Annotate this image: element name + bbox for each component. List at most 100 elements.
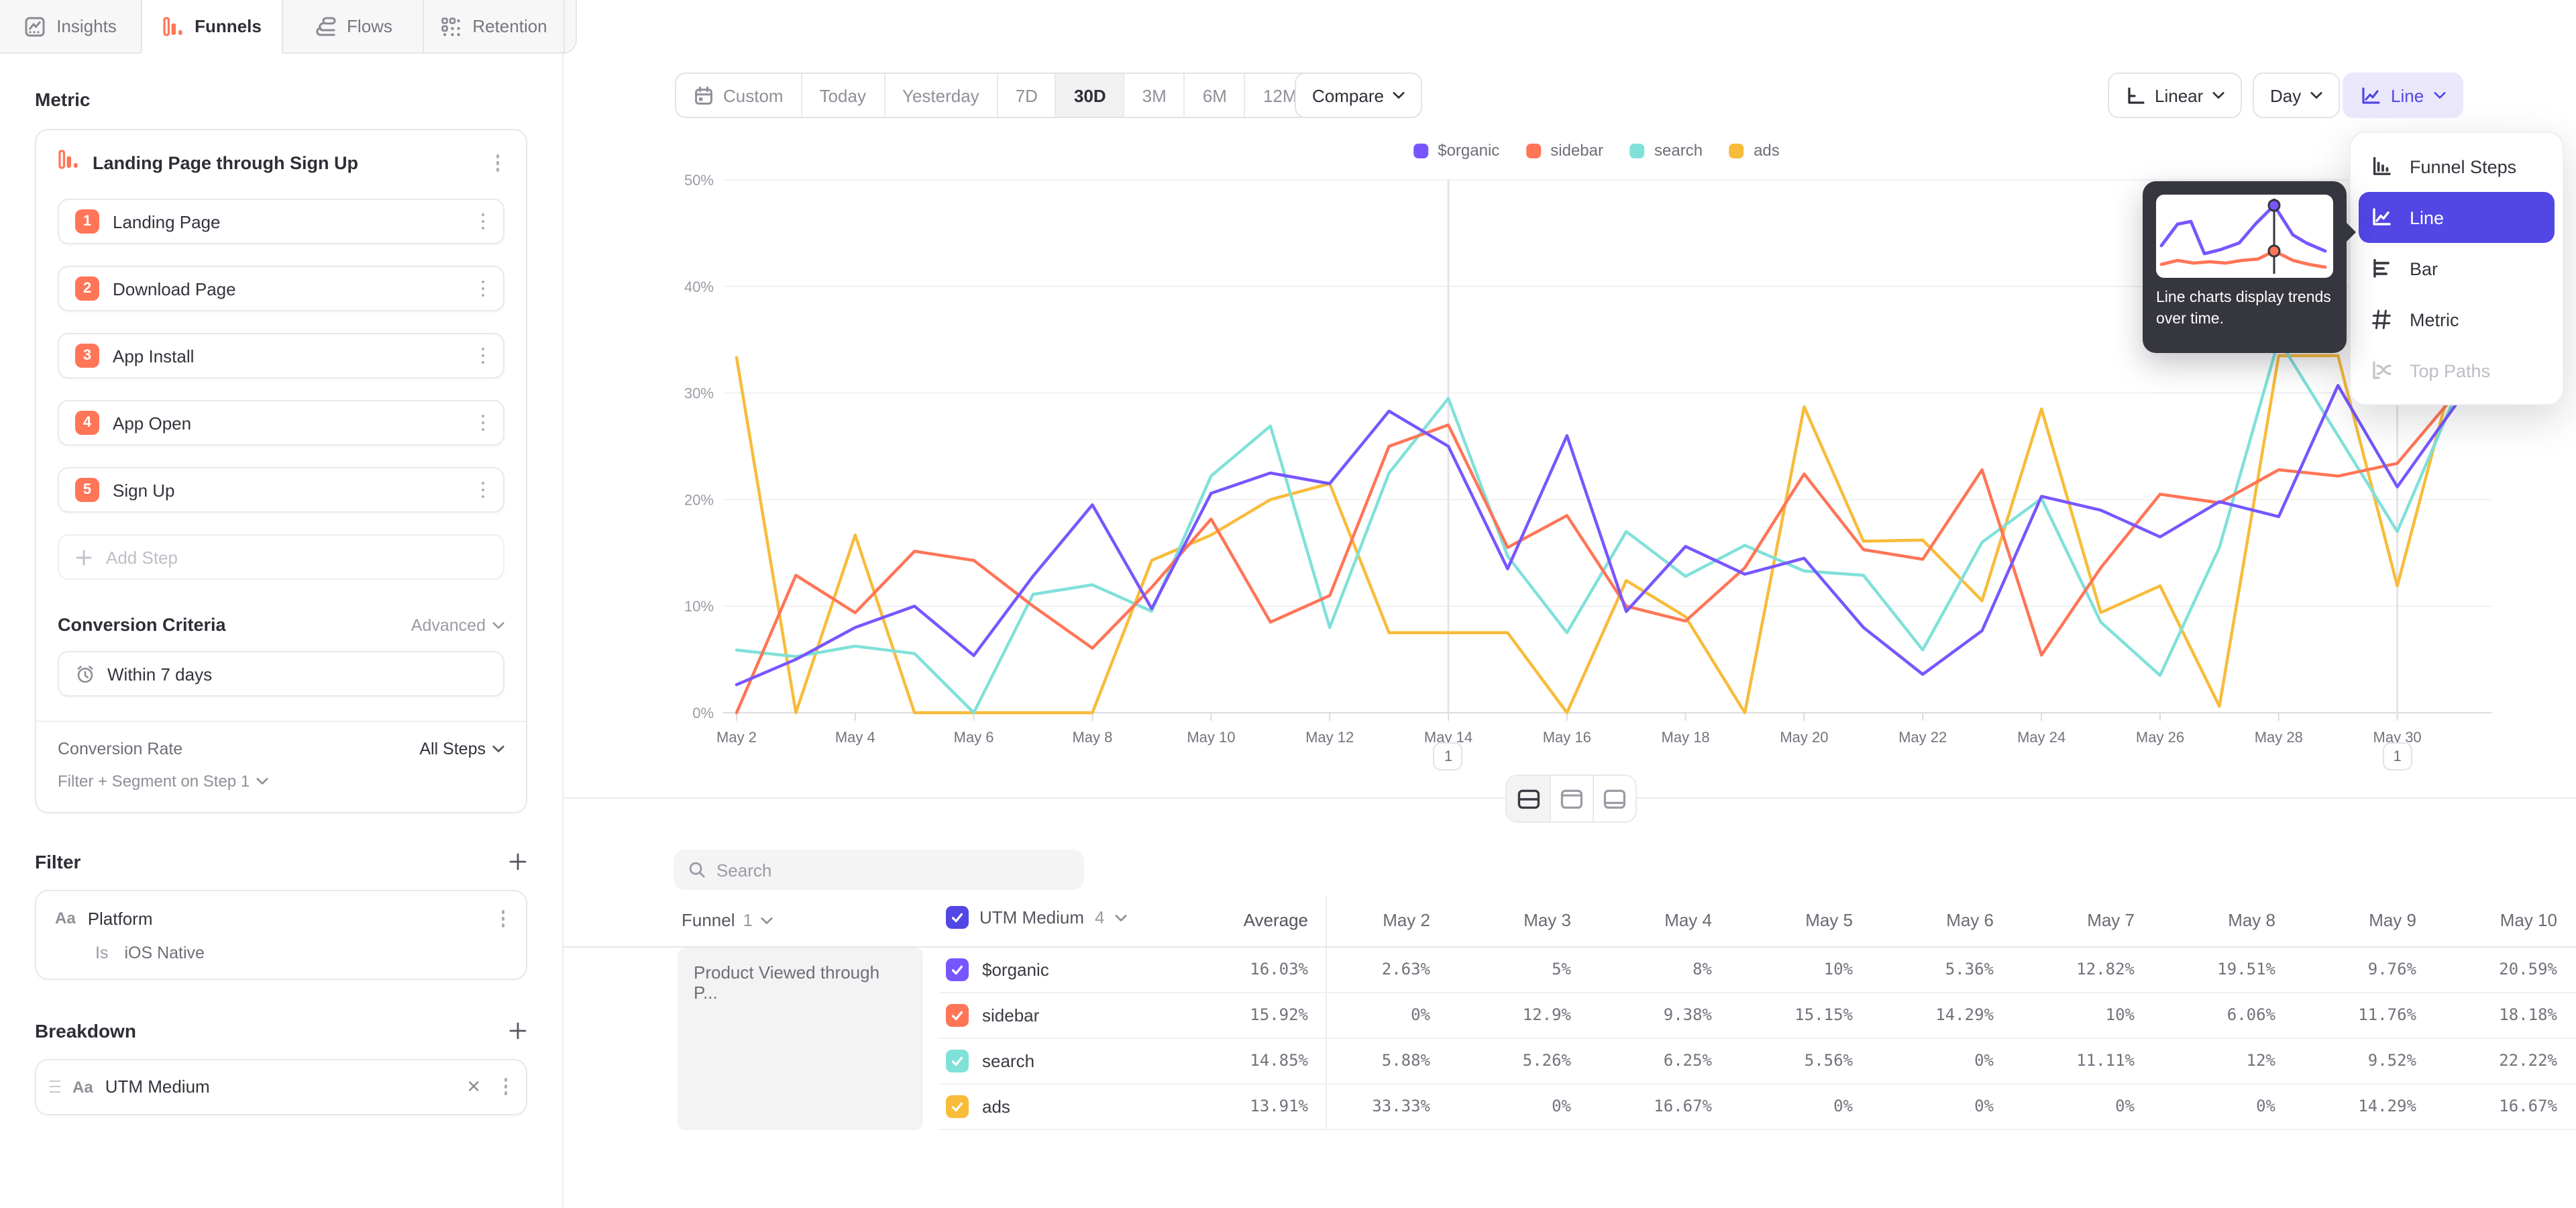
property-type-icon: Aa (55, 909, 76, 928)
tab-label: Retention (472, 16, 547, 36)
funnel-step-1[interactable]: 1Landing Page (58, 199, 504, 244)
scale-select-button[interactable]: Linear (2108, 72, 2242, 118)
filter-segment-step-label: Filter + Segment on Step 1 (58, 772, 250, 791)
add-filter-button[interactable] (508, 852, 527, 871)
legend-item-sidebar[interactable]: sidebar (1526, 141, 1603, 160)
date-range-label: 30D (1074, 85, 1106, 105)
svg-text:May 16: May 16 (1543, 729, 1591, 746)
cell-value: 5.88% (1332, 1051, 1430, 1070)
interval-label: Day (2270, 85, 2301, 105)
step-menu-button[interactable] (476, 476, 490, 504)
property-type-icon: Aa (72, 1077, 93, 1096)
chart-type-button[interactable]: Line (2343, 72, 2463, 118)
funnel-steps-list: 1Landing Page 2Download Page 3App Install 4… (58, 199, 504, 513)
svg-text:20%: 20% (684, 491, 714, 508)
cell-value: 8% (1614, 960, 1712, 978)
date-range-6m[interactable]: 6M (1184, 74, 1244, 117)
compare-button[interactable]: Compare (1295, 72, 1423, 118)
step-menu-button[interactable] (476, 208, 490, 236)
tab-retention[interactable]: Retention (423, 0, 564, 54)
funnel-step-5[interactable]: 5Sign Up (58, 467, 504, 513)
layout-chart-view-button[interactable] (1550, 776, 1593, 821)
filter-segment-step-button[interactable]: Filter + Segment on Step 1 (58, 772, 504, 791)
add-step-button[interactable]: Add Step (58, 534, 504, 580)
step-menu-button[interactable] (476, 275, 490, 303)
breakdown-card[interactable]: Aa UTM Medium ✕ (35, 1058, 527, 1115)
cell-value: 22.22% (2459, 1051, 2557, 1070)
funnel-metric-menu-button[interactable] (490, 150, 504, 177)
legend-item-organic[interactable]: $organic (1413, 141, 1499, 160)
annotation-badge-may-30[interactable]: 1 (2383, 742, 2412, 770)
layout-split-view-button[interactable] (1507, 776, 1550, 821)
tab-funnels[interactable]: Funnels (141, 0, 282, 54)
segment-checkbox[interactable] (946, 1004, 969, 1027)
chevron-down-icon (492, 621, 504, 629)
menu-item-metric[interactable]: Metric (2351, 294, 2563, 345)
date-range-30d[interactable]: 30D (1055, 74, 1124, 117)
conversion-criteria-mode-button[interactable]: Advanced (411, 615, 504, 634)
annotation-badge-may-14[interactable]: 1 (1434, 742, 1463, 770)
funnel-column-header[interactable]: Funnel 1 (682, 910, 773, 930)
svg-text:May 26: May 26 (2136, 729, 2184, 746)
legend-item-ads[interactable]: ads (1729, 141, 1780, 160)
breakdown-section-label: Breakdown (35, 1019, 136, 1041)
filter-card[interactable]: Aa Platform Is iOS Native (35, 890, 527, 979)
funnel-step-3[interactable]: 3App Install (58, 333, 504, 379)
remove-breakdown-button[interactable]: ✕ (461, 1073, 486, 1100)
funnels-icon (162, 15, 184, 37)
search-icon (688, 860, 706, 879)
chevron-down-icon (761, 916, 773, 924)
menu-item-line[interactable]: Line (2359, 192, 2555, 243)
conversion-window-button[interactable]: Within 7 days (58, 651, 504, 697)
tab-flows[interactable]: Flows (282, 0, 423, 54)
segment-select-all-checkbox[interactable] (946, 906, 969, 929)
funnel-step-4[interactable]: 4App Open (58, 400, 504, 446)
filter-menu-button[interactable] (496, 905, 510, 932)
date-range-yesterday[interactable]: Yesterday (883, 74, 997, 117)
date-range-7d[interactable]: 7D (997, 74, 1055, 117)
funnel-metric-header: Landing Page through Sign Up (58, 149, 504, 177)
conversion-rate-steps-button[interactable]: All Steps (419, 740, 504, 758)
date-column-header: May 5 (1755, 910, 1853, 930)
metric-section-label: Metric (35, 89, 527, 110)
tab-insights[interactable]: Insights (0, 0, 141, 54)
step-label: App Open (113, 413, 462, 433)
legend-label: ads (1754, 141, 1780, 160)
drag-handle-icon[interactable] (50, 1080, 60, 1093)
plus-icon (75, 548, 93, 566)
filter-value[interactable]: iOS Native (124, 943, 205, 962)
top-paths-icon (2369, 360, 2394, 381)
cell-value: 0% (1896, 1051, 1994, 1070)
legend-item-search[interactable]: search (1630, 141, 1703, 160)
layout-table-view-button[interactable] (1593, 776, 1635, 821)
funnel-step-2[interactable]: 2Download Page (58, 266, 504, 311)
search-input[interactable] (716, 860, 1069, 880)
segment-checkbox[interactable] (946, 1050, 969, 1072)
chevron-down-icon (2212, 91, 2224, 99)
segment-checkbox[interactable] (946, 958, 969, 981)
segment-name: sidebar (982, 1005, 1039, 1025)
chevron-down-icon (2433, 91, 2445, 99)
svg-text:May 4: May 4 (835, 729, 875, 746)
filter-operator[interactable]: Is (95, 943, 108, 962)
date-range-today[interactable]: Today (801, 74, 883, 117)
query-builder-sidebar: Metric Landing Page through Sign Up 1Lan… (0, 54, 564, 1208)
date-range-custom[interactable]: Custom (676, 74, 801, 117)
chart-type-menu: Funnel StepsLineBarMetricTop Paths (2349, 132, 2564, 405)
step-menu-button[interactable] (476, 409, 490, 437)
add-breakdown-button[interactable] (508, 1021, 527, 1040)
cell-value: 0% (1755, 1097, 1853, 1115)
filter-property-name: Platform (88, 909, 484, 929)
step-menu-button[interactable] (476, 342, 490, 370)
menu-item-funnel-steps[interactable]: Funnel Steps (2351, 141, 2563, 192)
report-tabs: InsightsFunnelsFlows Retention (0, 0, 577, 54)
cell-value: 19.51% (2178, 960, 2275, 978)
date-range-3m[interactable]: 3M (1124, 74, 1184, 117)
chevron-down-icon[interactable] (1116, 913, 1128, 921)
breakdown-menu-button[interactable] (498, 1073, 513, 1101)
segment-checkbox[interactable] (946, 1095, 969, 1118)
svg-text:50%: 50% (684, 172, 714, 189)
interval-select-button[interactable]: Day (2253, 72, 2340, 118)
menu-item-bar[interactable]: Bar (2351, 243, 2563, 294)
segment-name: ads (982, 1097, 1010, 1117)
